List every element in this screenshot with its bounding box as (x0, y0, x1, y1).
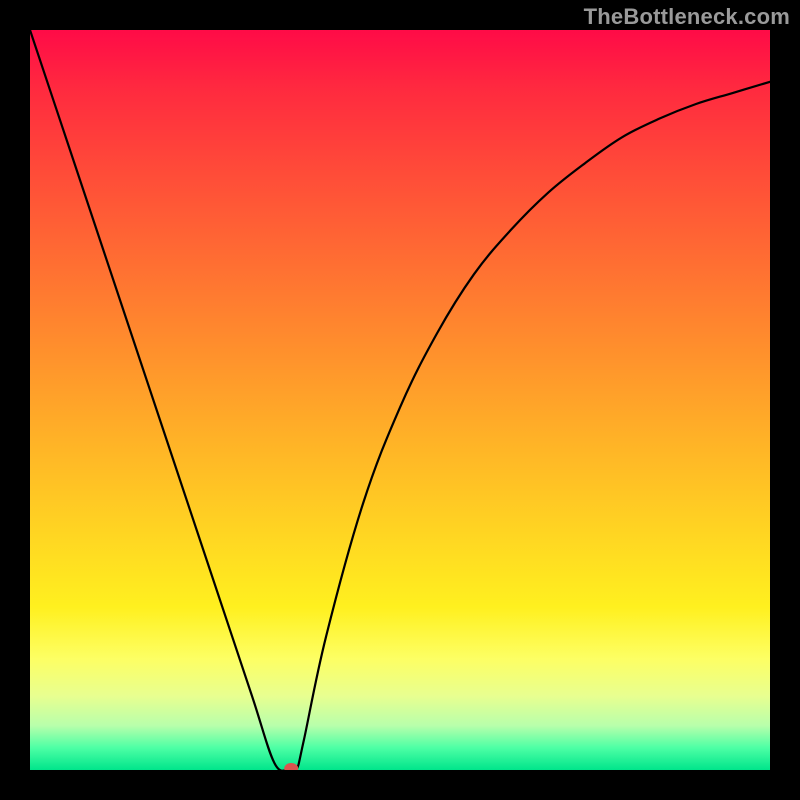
marker-dot (284, 763, 298, 770)
chart-svg (30, 30, 770, 770)
chart-frame: TheBottleneck.com (0, 0, 800, 800)
plot-area (30, 30, 770, 770)
bottleneck-curve (30, 30, 770, 770)
watermark-text: TheBottleneck.com (584, 4, 790, 30)
